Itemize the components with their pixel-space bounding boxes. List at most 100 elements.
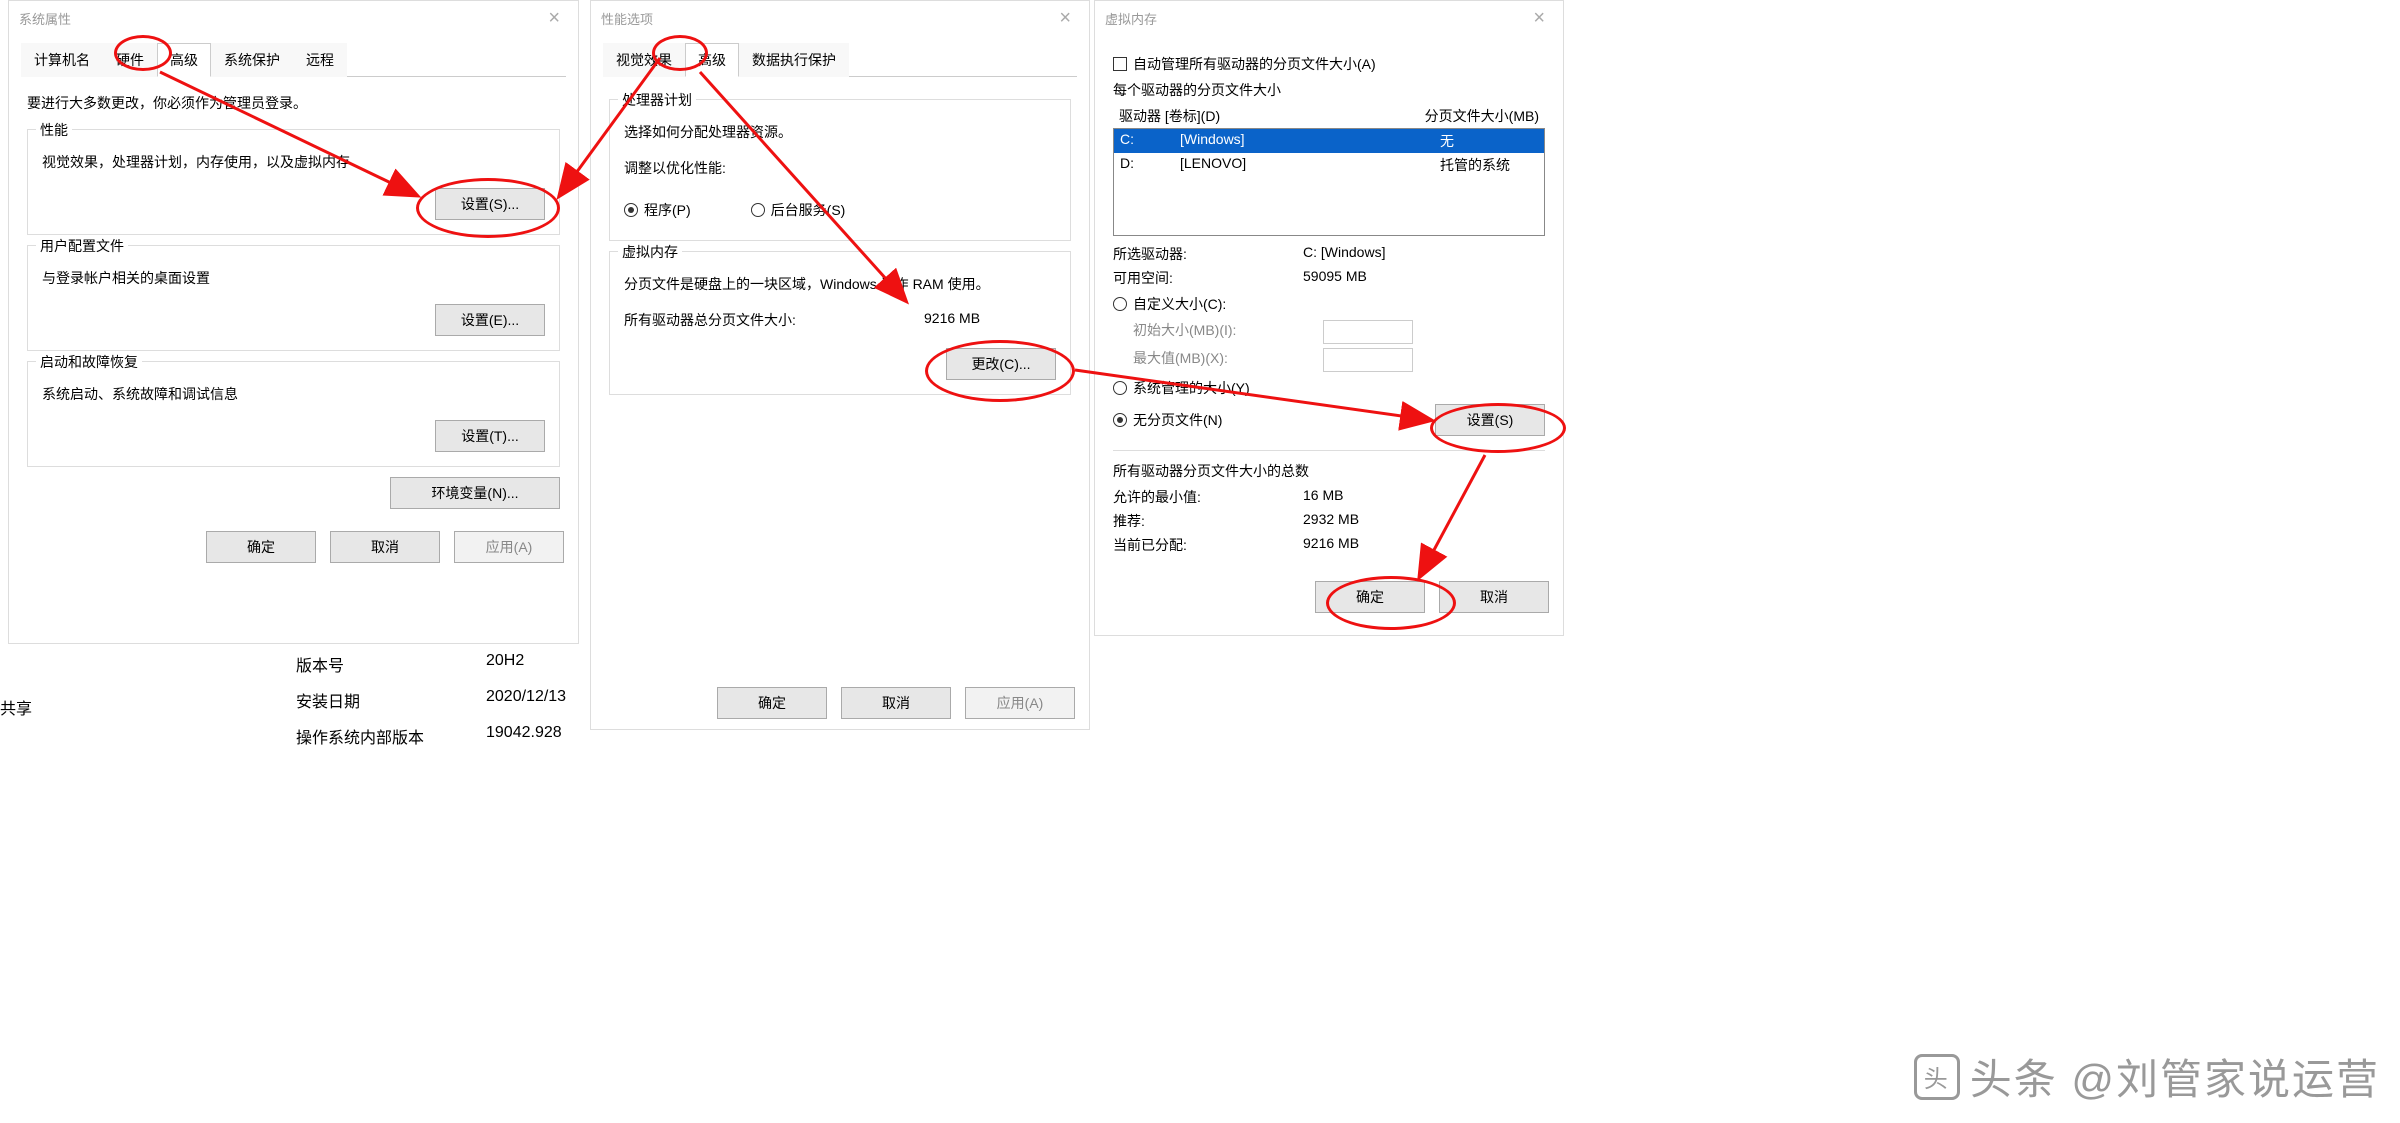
group-title: 启动和故障恢复 [36,352,142,372]
startup-desc: 系统启动、系统故障和调试信息 [42,384,545,404]
opt-services[interactable]: 后台服务(S) [751,200,846,220]
group-title: 用户配置文件 [36,236,128,256]
vm-change-button[interactable]: 更改(C)... [946,348,1056,380]
drive-size: 无 [1440,131,1538,151]
drive-size: 托管的系统 [1440,155,1538,175]
opt-programs[interactable]: 程序(P) [624,200,691,220]
cancel-button[interactable]: 取消 [841,687,951,719]
custom-size-label: 自定义大小(C): [1133,294,1226,314]
free-space-label: 可用空间: [1113,268,1303,288]
startup-recovery-group: 启动和故障恢复 系统启动、系统故障和调试信息 设置(T)... [27,361,560,467]
custom-size-radio[interactable]: 自定义大小(C): [1113,294,1545,314]
col-drive: 驱动器 [卷标](D) [1119,106,1379,126]
user-profile-group: 用户配置文件 与登录帐户相关的桌面设置 设置(E)... [27,245,560,351]
version-label: 版本号 [296,652,486,676]
tab-dep[interactable]: 数据执行保护 [739,43,849,77]
sel-drive-label: 所选驱动器: [1113,244,1303,264]
ok-button[interactable]: 确定 [717,687,827,719]
titlebar: 虚拟内存 × [1095,1,1563,36]
dialog-title: 性能选项 [601,9,653,28]
col-size: 分页文件大小(MB) [1379,106,1539,126]
env-vars-button[interactable]: 环境变量(N)... [390,477,560,509]
dialog-title: 虚拟内存 [1105,9,1157,28]
os-build-label: 操作系统内部版本 [296,724,486,748]
group-title: 性能 [36,120,72,140]
group-title: 处理器计划 [618,90,696,110]
close-icon[interactable]: × [540,7,568,30]
drive-list-header: 驱动器 [卷标](D) 分页文件大小(MB) [1113,104,1545,128]
dialog-footer: 确定 取消 应用(A) [703,677,1089,729]
no-page-file-label: 无分页文件(N) [1133,410,1222,430]
auto-manage-checkbox[interactable]: 自动管理所有驱动器的分页文件大小(A) [1113,54,1545,74]
apply-button[interactable]: 应用(A) [454,531,564,563]
watermark-text: 头条 @刘管家说运营 [1970,1046,2380,1107]
ok-button[interactable]: 确定 [1315,581,1425,613]
radio-icon [624,203,638,217]
admin-note: 要进行大多数更改，你必须作为管理员登录。 [27,93,560,113]
titlebar: 系统属性 × [9,1,578,36]
system-info-block: 版本号20H2 安装日期2020/12/13 操作系统内部版本19042.928 [296,640,566,760]
system-managed-radio[interactable]: 系统管理的大小(Y) [1113,378,1545,398]
radio-icon [1113,297,1127,311]
tab-remote[interactable]: 远程 [293,43,347,77]
group-title: 虚拟内存 [618,242,682,262]
initial-size-input[interactable] [1323,320,1413,344]
performance-options-dialog: 性能选项 × 视觉效果 高级 数据执行保护 处理器计划 选择如何分配处理器资源。… [590,0,1090,730]
sel-drive-value: C: [Windows] [1303,244,1385,264]
virtual-memory-dialog: 虚拟内存 × 自动管理所有驱动器的分页文件大小(A) 每个驱动器的分页文件大小 … [1094,0,1564,636]
startup-settings-button[interactable]: 设置(T)... [435,420,545,452]
free-space-value: 59095 MB [1303,268,1367,288]
system-managed-label: 系统管理的大小(Y) [1133,378,1250,398]
drive-row[interactable]: D: [LENOVO] 托管的系统 [1114,153,1544,177]
cur-label: 当前已分配: [1113,535,1303,555]
close-icon[interactable]: × [1051,7,1079,30]
drive-letter: C: [1120,131,1180,151]
adjust-label: 调整以优化性能: [624,158,1056,178]
tab-system-protection[interactable]: 系统保护 [211,43,293,77]
install-date-value: 2020/12/13 [486,688,566,712]
dialog-footer: 确定 取消 应用(A) [9,521,578,573]
cancel-button[interactable]: 取消 [330,531,440,563]
opt-programs-label: 程序(P) [644,200,691,220]
os-build-value: 19042.928 [486,724,562,748]
opt-services-label: 后台服务(S) [771,200,846,220]
per-drive-label: 每个驱动器的分页文件大小 [1113,80,1545,100]
checkbox-icon [1113,57,1127,71]
radio-icon [1113,381,1127,395]
scheduler-group: 处理器计划 选择如何分配处理器资源。 调整以优化性能: 程序(P) 后台服务(S… [609,99,1071,241]
total-label: 所有驱动器总分页文件大小: [624,310,924,330]
profile-desc: 与登录帐户相关的桌面设置 [42,268,545,288]
dialog-footer: 确定 取消 [1095,571,1563,623]
tab-visual-effects[interactable]: 视觉效果 [603,43,685,77]
tab-hardware[interactable]: 硬件 [103,43,157,77]
install-date-label: 安装日期 [296,688,486,712]
cur-value: 9216 MB [1303,535,1359,555]
tab-advanced[interactable]: 高级 [157,43,211,77]
min-value: 16 MB [1303,487,1343,507]
rec-label: 推荐: [1113,511,1303,531]
min-label: 允许的最小值: [1113,487,1303,507]
drive-row[interactable]: C: [Windows] 无 [1114,129,1544,153]
titlebar: 性能选项 × [591,1,1089,36]
max-size-input[interactable] [1323,348,1413,372]
total-value: 9216 MB [924,310,980,330]
watermark: 头 头条 @刘管家说运营 [1914,1046,2380,1107]
ok-button[interactable]: 确定 [206,531,316,563]
drive-letter: D: [1120,155,1180,175]
profile-settings-button[interactable]: 设置(E)... [435,304,545,336]
drive-list[interactable]: C: [Windows] 无 D: [LENOVO] 托管的系统 [1113,128,1545,236]
close-icon[interactable]: × [1525,7,1553,30]
perf-settings-button[interactable]: 设置(S)... [435,188,545,220]
virtual-memory-group: 虚拟内存 分页文件是硬盘上的一块区域，Windows 当作 RAM 使用。 所有… [609,251,1071,395]
drive-label: [LENOVO] [1180,155,1440,175]
cancel-button[interactable]: 取消 [1439,581,1549,613]
radio-icon [1113,413,1127,427]
tab-advanced[interactable]: 高级 [685,43,739,77]
no-page-file-radio[interactable]: 无分页文件(N) [1113,410,1222,430]
tabs: 计算机名 硬件 高级 系统保护 远程 [21,42,566,77]
apply-button[interactable]: 应用(A) [965,687,1075,719]
tab-computer-name[interactable]: 计算机名 [21,43,103,77]
share-label: 共享 [0,695,32,719]
drive-label: [Windows] [1180,131,1440,151]
set-button[interactable]: 设置(S) [1435,404,1545,436]
